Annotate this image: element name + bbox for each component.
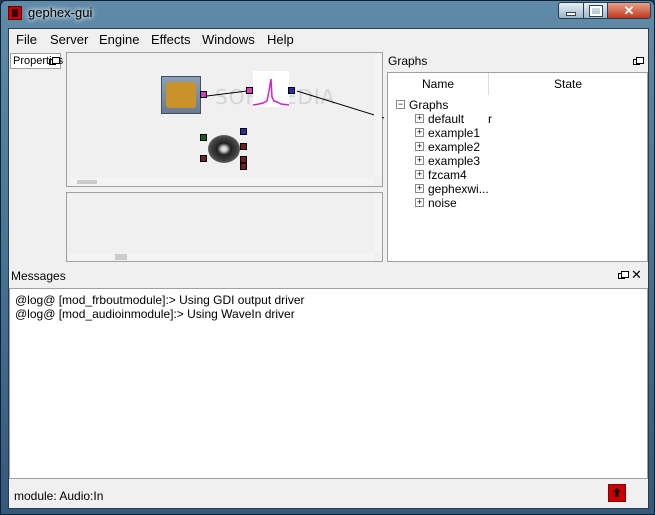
expand-icon[interactable]: + xyxy=(415,184,424,193)
graph-item-name: example2 xyxy=(428,140,481,154)
window-title: gephex-gui xyxy=(28,5,93,20)
minimize-button[interactable] xyxy=(558,2,584,19)
expand-icon[interactable]: + xyxy=(415,170,424,179)
graphs-tree[interactable]: Name State − Graphs + default r + example1 + e… xyxy=(387,72,648,262)
menu-server[interactable]: Server xyxy=(50,32,88,47)
input-port[interactable] xyxy=(200,134,207,141)
graph-item-name: default xyxy=(428,112,465,126)
close-button[interactable]: ✕ xyxy=(607,2,651,19)
messages-log[interactable]: @log@ [mod_frboutmodule]:> Using GDI out… xyxy=(9,288,648,479)
scroll-thumb[interactable] xyxy=(115,254,127,260)
message-line: @log@ [mod_audioinmodule]:> Using WaveIn… xyxy=(15,307,295,321)
maximize-icon xyxy=(588,4,603,17)
close-icon: ✕ xyxy=(623,2,635,18)
graph-item-state: r xyxy=(488,112,492,126)
scroll-thumb[interactable] xyxy=(77,180,97,184)
input-port[interactable] xyxy=(240,128,247,135)
graph-connections xyxy=(206,90,384,119)
app-icon[interactable] xyxy=(8,6,22,20)
graph-item-name: example1 xyxy=(428,126,481,140)
second-canvas-hscrollbar[interactable] xyxy=(69,253,374,261)
output-node[interactable] xyxy=(208,133,242,167)
input-port[interactable] xyxy=(240,156,247,163)
client-area: File Server Engine Effects Windows Help … xyxy=(8,28,649,509)
input-port[interactable] xyxy=(200,155,207,162)
connection-line xyxy=(296,90,384,119)
message-line: @log@ [mod_frboutmodule]:> Using GDI out… xyxy=(15,293,305,307)
input-port[interactable] xyxy=(240,163,247,170)
float-icon[interactable] xyxy=(49,57,60,65)
properties-tab[interactable]: Properties xyxy=(10,53,63,69)
expand-icon[interactable]: + xyxy=(415,156,424,165)
canvas-vscrollbar[interactable] xyxy=(374,55,382,177)
spectrum-node[interactable] xyxy=(252,71,290,107)
expand-icon[interactable]: + xyxy=(415,114,424,123)
menu-engine[interactable]: Engine xyxy=(99,32,139,47)
input-port[interactable] xyxy=(240,143,247,150)
menu-effects[interactable]: Effects xyxy=(151,32,191,47)
output-module-icon xyxy=(208,135,240,163)
float-icon[interactable] xyxy=(633,57,644,65)
input-port[interactable] xyxy=(246,87,253,94)
audio-module-icon xyxy=(166,82,196,108)
expand-icon[interactable]: + xyxy=(415,198,424,207)
second-canvas[interactable] xyxy=(66,192,383,262)
collapse-icon[interactable]: − xyxy=(396,100,405,109)
graph-item-name: example3 xyxy=(428,154,481,168)
graph-item-name: fzcam4 xyxy=(428,168,467,182)
float-icon[interactable] xyxy=(618,271,629,279)
maximize-button[interactable] xyxy=(583,2,608,19)
spectrum-icon xyxy=(252,78,290,106)
graph-canvas[interactable]: SOFTPEDIA xyxy=(66,52,384,187)
canvas-hscrollbar[interactable] xyxy=(69,178,374,186)
column-state[interactable]: State xyxy=(489,73,647,95)
menu-bar: File Server Engine Effects Windows Help xyxy=(9,29,648,50)
expand-icon[interactable]: + xyxy=(415,142,424,151)
output-port[interactable] xyxy=(288,87,295,94)
graph-item-name: gephexwi... xyxy=(428,182,489,196)
column-name[interactable]: Name xyxy=(388,73,489,95)
output-port[interactable] xyxy=(200,91,207,98)
graphs-title: Graphs xyxy=(388,54,428,68)
close-icon[interactable]: ✕ xyxy=(631,267,642,283)
gephex-logo-icon xyxy=(608,484,626,502)
title-bar[interactable]: gephex-gui ✕ xyxy=(1,1,654,26)
status-text: module: Audio:In xyxy=(14,489,104,503)
tree-root-label: Graphs xyxy=(409,98,449,112)
audio-in-node[interactable] xyxy=(161,76,201,114)
expand-icon[interactable]: + xyxy=(415,128,424,137)
menu-help[interactable]: Help xyxy=(267,32,294,47)
menu-windows[interactable]: Windows xyxy=(202,32,255,47)
graph-item-name: noise xyxy=(428,196,457,210)
status-bar: module: Audio:In xyxy=(9,481,648,508)
minimize-icon xyxy=(566,11,576,16)
menu-file[interactable]: File xyxy=(16,32,37,47)
app-window: gephex-gui ✕ File Server Engine Effects … xyxy=(0,0,655,515)
second-canvas-vscrollbar[interactable] xyxy=(374,195,382,252)
properties-panel: Properties xyxy=(9,52,63,262)
connection-line xyxy=(206,90,248,97)
messages-title: Messages xyxy=(11,269,66,283)
